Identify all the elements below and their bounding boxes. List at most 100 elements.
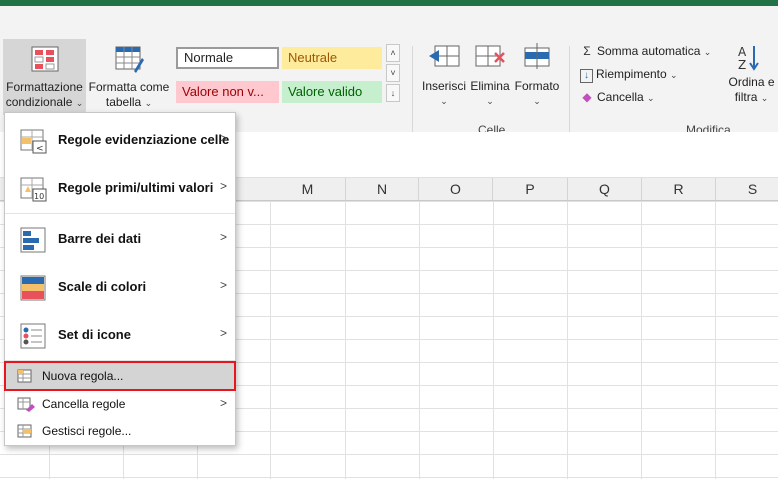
column-header[interactable]: N: [346, 178, 419, 200]
conditional-formatting-button[interactable]: Formattazione condizionale ⌄: [3, 39, 86, 115]
menu-item-label: Gestisci regole...: [42, 424, 132, 438]
menu-item-top-bottom-rules[interactable]: 10 Regole primi/ultimi valori >: [5, 165, 235, 213]
format-as-table-label-2: tabella: [105, 95, 142, 109]
clear-button[interactable]: ◆ Cancella ⌄: [580, 88, 655, 106]
menu-item-icon-sets[interactable]: Set di icone >: [5, 312, 235, 360]
submenu-arrow-icon: >: [219, 326, 227, 340]
conditional-formatting-label-1: Formattazione: [6, 80, 83, 94]
conditional-formatting-icon: [31, 46, 58, 72]
menu-item-clear-rules[interactable]: Cancella regole >: [5, 391, 235, 417]
new-rule-icon: [17, 369, 32, 383]
grid-line: [641, 201, 642, 479]
column-header[interactable]: P: [493, 178, 568, 200]
style-bad[interactable]: Valore non v...: [176, 81, 279, 103]
column-header[interactable]: Q: [568, 178, 642, 200]
data-bars-icon: [20, 227, 46, 253]
delete-cells-button[interactable]: Elimina ⌄: [467, 43, 513, 113]
menu-item-color-scales[interactable]: Scale di colori >: [5, 264, 235, 312]
cell-styles-gallery: Normale Neutrale Valore non v... Valore …: [172, 46, 402, 110]
format-as-table-label-1: Formatta come: [88, 80, 170, 94]
submenu-arrow-icon: >: [219, 396, 227, 410]
delete-cells-icon: [475, 45, 505, 67]
format-cells-button[interactable]: Formato ⌄: [512, 43, 562, 113]
autosum-button[interactable]: Σ Somma automatica ⌄: [580, 42, 711, 60]
format-cells-label: Formato: [514, 79, 560, 93]
svg-text:A: A: [738, 45, 747, 59]
menu-item-manage-rules[interactable]: Gestisci regole...: [5, 418, 235, 444]
chevron-down-icon: ⌄: [144, 98, 153, 108]
top-bottom-rules-icon: 10: [20, 177, 47, 202]
ribbon-separator: [412, 46, 413, 132]
submenu-arrow-icon: >: [219, 278, 227, 292]
sort-filter-button[interactable]: A Z Ordina e filtra ⌄: [725, 43, 778, 113]
submenu-arrow-icon: >: [219, 131, 227, 145]
format-as-table-button[interactable]: Formatta come tabella ⌄: [87, 39, 171, 115]
clear-label: Cancella: [597, 90, 644, 104]
chevron-down-icon: ⌄: [75, 98, 84, 108]
eraser-icon: ◆: [582, 90, 592, 104]
style-normal[interactable]: Normale: [176, 47, 279, 69]
chevron-down-icon: ⌄: [647, 93, 655, 103]
chevron-down-icon: ⌄: [760, 93, 769, 103]
sigma-icon: Σ: [583, 44, 591, 58]
sort-filter-icon: A Z: [738, 45, 759, 71]
chevron-down-icon: ⌄: [440, 96, 448, 106]
menu-item-highlight-rules[interactable]: < Regole evidenziazione celle >: [5, 117, 235, 165]
grid-line: [493, 201, 494, 479]
sort-filter-label-1: Ordina e: [728, 75, 775, 89]
menu-item-data-bars[interactable]: Barre dei dati >: [5, 216, 235, 264]
menu-item-new-rule[interactable]: Nuova regola...: [4, 361, 236, 391]
grid-line: [345, 201, 346, 479]
fill-button[interactable]: ↓ Riempimento ⌄: [580, 65, 678, 83]
column-header[interactable]: S: [716, 178, 778, 200]
chevron-down-icon: ⌄: [670, 70, 678, 80]
chevron-down-icon: ⌄: [486, 96, 494, 106]
grid-line: [567, 201, 568, 479]
submenu-arrow-icon: >: [219, 230, 227, 244]
clear-rules-icon: [17, 397, 35, 412]
insert-cells-label: Inserisci: [421, 79, 466, 93]
conditional-formatting-label-2: condizionale: [5, 95, 73, 109]
column-header[interactable]: O: [419, 178, 493, 200]
color-scales-icon: [20, 275, 46, 301]
svg-text:<: <: [36, 144, 44, 154]
menu-item-label: Scale di colori: [58, 279, 147, 294]
style-neutral[interactable]: Neutrale: [282, 47, 382, 69]
column-header[interactable]: R: [642, 178, 716, 200]
menu-item-label: Regole evidenziazione celle: [58, 132, 230, 147]
svg-text:10: 10: [34, 192, 44, 201]
menu-item-label: Set di icone: [58, 327, 131, 342]
gallery-scroll-up-icon[interactable]: ˄: [386, 44, 400, 62]
menu-item-label: Cancella regole: [42, 397, 126, 411]
chevron-down-icon: ⌄: [533, 96, 541, 106]
menu-separator: [5, 360, 235, 361]
insert-cells-button[interactable]: Inserisci ⌄: [419, 43, 469, 113]
menu-item-label: Regole primi/ultimi valori: [58, 180, 214, 195]
menu-separator: [5, 213, 235, 214]
highlight-rules-icon: <: [20, 129, 47, 154]
sort-filter-label-2: filtra: [734, 90, 758, 104]
chevron-down-icon: ⌄: [703, 47, 712, 57]
delete-cells-label: Elimina: [470, 79, 510, 93]
icon-sets-icon: [20, 323, 46, 349]
format-cells-icon: [524, 43, 550, 69]
grid-line: [270, 201, 271, 479]
insert-cells-icon: [429, 45, 460, 67]
gallery-scroll-down-icon[interactable]: ˅: [386, 64, 400, 82]
style-good[interactable]: Valore valido: [282, 81, 382, 103]
ribbon-separator: [569, 46, 570, 132]
format-as-table-icon: [115, 46, 144, 73]
autosum-label: Somma automatica: [597, 44, 701, 58]
conditional-formatting-menu: < Regole evidenziazione celle > 10 Regol…: [4, 112, 236, 446]
grid-line: [715, 201, 716, 479]
submenu-arrow-icon: >: [219, 179, 227, 193]
svg-text:Z: Z: [738, 58, 746, 71]
manage-rules-icon: [17, 424, 32, 438]
menu-item-label: Nuova regola...: [42, 369, 124, 383]
fill-label: Riempimento: [596, 67, 667, 81]
menu-item-label: Barre dei dati: [58, 231, 142, 246]
column-header[interactable]: M: [270, 178, 346, 200]
fill-down-icon: ↓: [580, 69, 593, 83]
gallery-expand-icon[interactable]: ↓: [386, 84, 400, 102]
grid-line: [419, 201, 420, 479]
